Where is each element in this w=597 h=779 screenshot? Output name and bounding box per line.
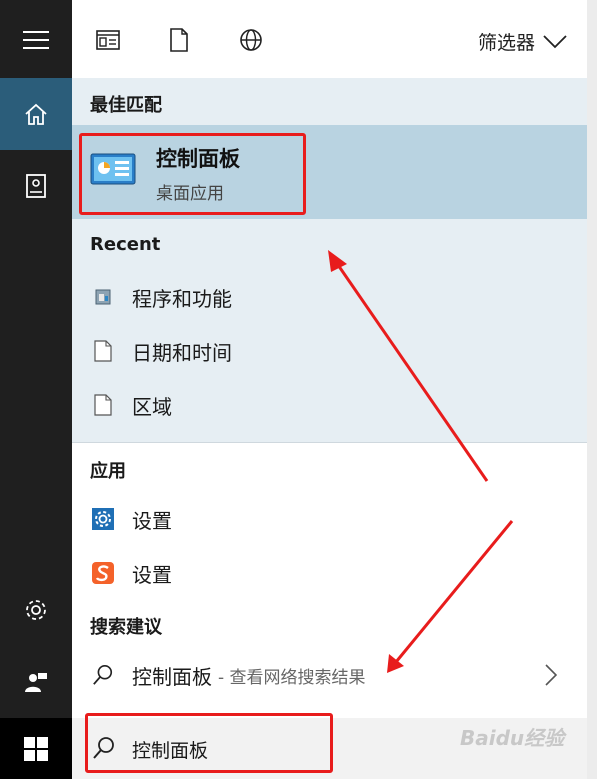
section-divider [72,442,587,443]
search-results-panel: 筛选器 最佳匹配 控制面板 桌面应用 Recent 程序和功能 日期和时间 区域… [72,0,587,779]
apps-header: 应用 [90,461,126,482]
apps-filter-button[interactable] [90,22,126,58]
search-input[interactable]: 控制面板 [132,736,208,763]
sidebar [0,0,72,779]
suggestion-suffix: - 查看网络搜索结果 [218,667,366,688]
home-icon [25,103,47,125]
home-button[interactable] [0,78,72,150]
gear-icon [92,507,114,531]
watermark: Baidu经验 [460,726,565,750]
scrollbar-track[interactable] [587,0,597,779]
globe-icon [240,29,262,51]
documents-filter-button[interactable] [161,22,197,58]
settings-button[interactable] [0,574,72,646]
suggestions-header: 搜索建议 [90,617,162,638]
notebook-button[interactable] [0,150,72,222]
filter-dropdown[interactable]: 筛选器 [478,28,567,55]
web-filter-button[interactable] [233,22,269,58]
document-icon [92,339,114,363]
recent-item-date-time[interactable]: 日期和时间 [72,325,587,377]
apps-filter-icon [96,30,120,50]
control-panel-icon [90,153,136,189]
hamburger-menu-button[interactable] [0,4,72,76]
best-match-title: 控制面板 [156,147,240,171]
recent-item-label: 日期和时间 [132,340,232,365]
best-match-item[interactable]: 控制面板 桌面应用 [72,125,587,219]
best-match-subtitle: 桌面应用 [156,184,224,204]
suggestion-label: 控制面板 [132,664,212,689]
app-item-label: 设置 [132,562,172,587]
programs-features-icon [92,285,114,309]
sogou-icon [92,561,114,585]
search-icon [92,663,114,687]
gear-icon [26,600,46,620]
search-icon [93,737,114,759]
document-icon [170,28,188,52]
recent-header: Recent [90,234,161,255]
feedback-button[interactable] [0,646,72,718]
recent-item-label: 程序和功能 [132,286,232,311]
chevron-right-icon [545,664,557,686]
recent-item-label: 区域 [132,394,172,419]
feedback-icon [25,673,47,692]
start-button[interactable] [0,718,72,779]
notebook-icon [26,174,46,198]
app-item-sogou-settings[interactable]: 设置 [72,547,587,599]
chevron-down-icon [543,34,567,48]
web-suggestion-item[interactable]: 控制面板 - 查看网络搜索结果 [72,649,587,701]
hamburger-icon [23,31,49,49]
filter-toolbar: 筛选器 [72,0,587,78]
best-match-header: 最佳匹配 [90,95,162,116]
document-icon [92,393,114,417]
recent-item-region[interactable]: 区域 [72,379,587,431]
app-item-settings[interactable]: 设置 [72,493,587,545]
filter-label: 筛选器 [477,32,535,54]
recent-item-programs[interactable]: 程序和功能 [72,271,587,323]
windows-logo-icon [24,736,48,761]
app-item-label: 设置 [132,508,172,533]
